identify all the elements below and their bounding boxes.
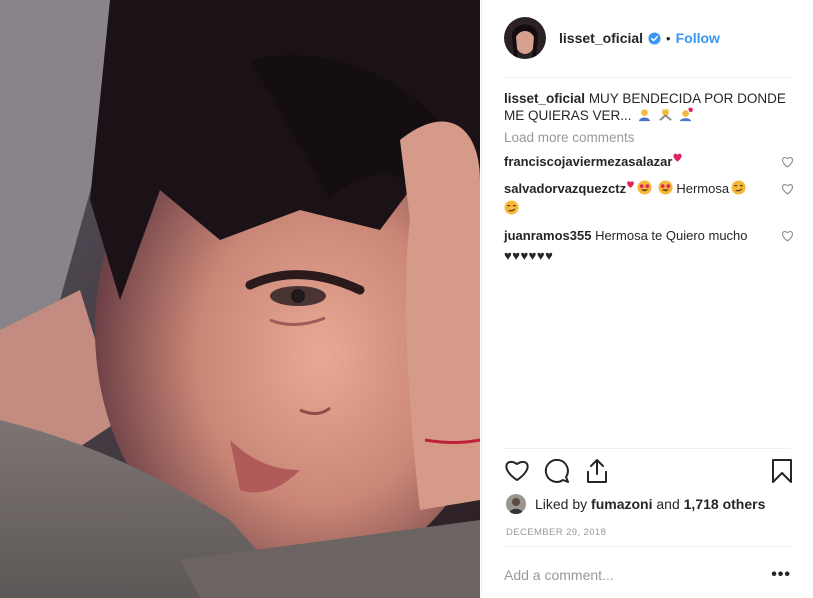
header-divider	[504, 77, 791, 78]
like-comment-heart-icon[interactable]	[781, 156, 794, 168]
caption-username[interactable]: lisset_oficial	[504, 91, 585, 106]
post-side-panel: lisset_oficial • Follow lisset_oficial M…	[481, 0, 813, 598]
comment-username[interactable]: juanramos355	[504, 228, 591, 243]
comment-item: franciscojaviermezasalazar	[504, 152, 794, 172]
comment-username[interactable]: salvadorvazquezctz	[504, 181, 626, 196]
heart-eyes-emoji-icon	[658, 180, 673, 195]
angel-emoji-icon	[659, 109, 672, 121]
author-avatar[interactable]	[504, 17, 546, 59]
likes-summary: Liked by fumazoni and 1,718 others	[506, 494, 765, 514]
smirk-face-emoji-icon	[504, 200, 519, 215]
red-heart-emoji-icon	[627, 181, 634, 188]
add-comment-bar: Add a comment... •••	[504, 566, 791, 584]
red-heart-emoji-icon	[673, 153, 682, 162]
comment-item: salvadorvazquezctz Hermosa	[504, 179, 794, 219]
comment-item: juanramos355 Hermosa te Quiero mucho ♥♥♥…	[504, 226, 794, 266]
like-heart-icon[interactable]	[504, 458, 530, 482]
liker-avatar[interactable]	[506, 494, 526, 514]
like-comment-heart-icon[interactable]	[781, 183, 794, 195]
follow-button[interactable]: Follow	[676, 30, 720, 46]
comment-text-hearts: ♥♥♥♥♥♥	[504, 248, 554, 263]
post-date: DECEMBER 29, 2018	[506, 527, 607, 538]
likes-middle: and	[656, 496, 680, 512]
person-heart-emoji-icon	[679, 107, 693, 122]
share-icon[interactable]	[584, 458, 610, 484]
comment-text: Hermosa	[676, 181, 730, 196]
like-comment-heart-icon[interactable]	[781, 230, 794, 242]
more-options-icon[interactable]: •••	[771, 566, 791, 584]
likes-count[interactable]: 1,718 others	[684, 496, 766, 512]
post-photo[interactable]	[0, 0, 480, 598]
comment-divider	[504, 546, 791, 547]
post-caption: lisset_oficial MUY BENDECIDA POR DONDE M…	[504, 90, 794, 124]
comment-username[interactable]: franciscojaviermezasalazar	[504, 154, 672, 169]
liker-username[interactable]: fumazoni	[591, 496, 652, 512]
post-actions-bar	[504, 458, 793, 488]
save-bookmark-icon[interactable]	[771, 458, 793, 484]
heart-eyes-emoji-icon	[637, 180, 652, 195]
smirk-face-emoji-icon	[731, 180, 746, 195]
person-emoji-icon	[639, 109, 651, 122]
comments-section: lisset_oficial MUY BENDECIDA POR DONDE M…	[504, 90, 794, 266]
comment-bubble-icon[interactable]	[544, 458, 570, 484]
post-header: lisset_oficial • Follow	[504, 15, 791, 61]
verified-badge-icon	[648, 31, 661, 45]
actions-divider	[504, 448, 791, 449]
load-more-comments-link[interactable]: Load more comments	[504, 130, 794, 145]
likes-prefix: Liked by	[535, 496, 588, 512]
author-username[interactable]: lisset_oficial	[559, 30, 643, 46]
separator-dot: •	[666, 30, 671, 46]
comment-text: Hermosa te Quiero mucho	[595, 228, 748, 243]
add-comment-input[interactable]: Add a comment...	[504, 567, 614, 583]
